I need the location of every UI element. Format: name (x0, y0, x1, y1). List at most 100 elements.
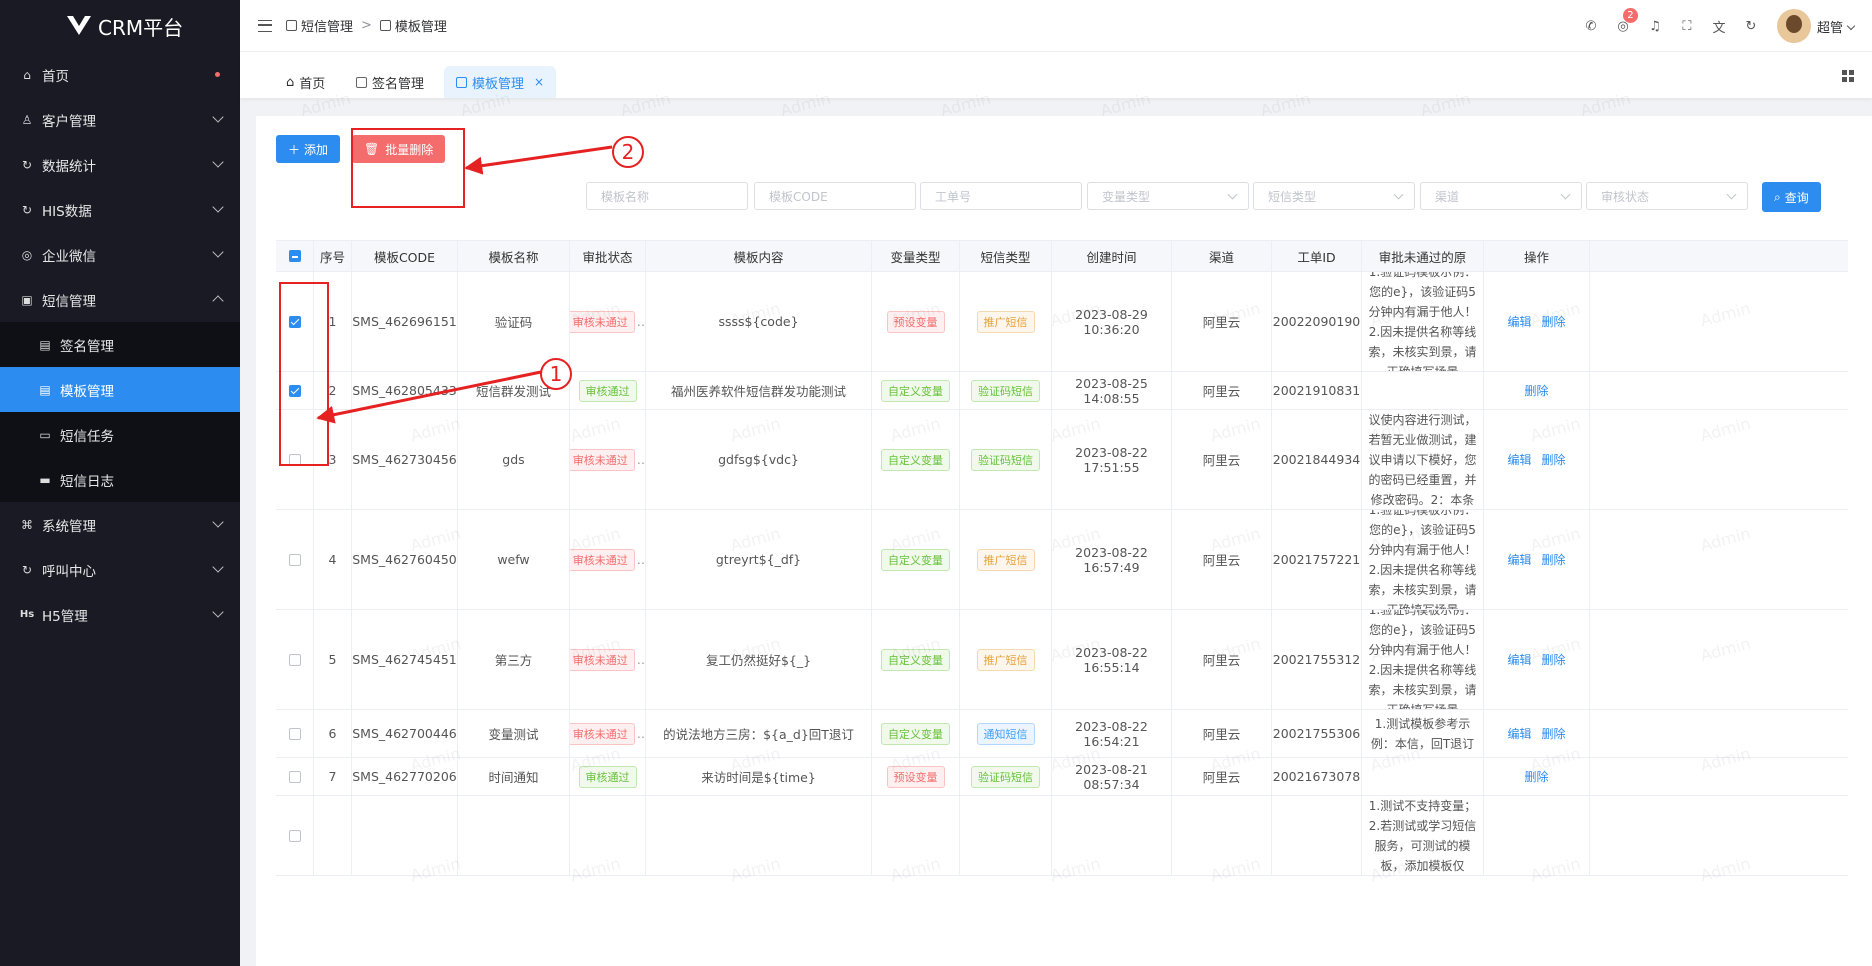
cell-reason: 1.验证码模板示例：您的e}，该验证码5分钟内有漏于他人！ 2.因未提供名称等线… (1362, 610, 1484, 709)
message-icon: ▣ (21, 292, 33, 307)
cell-header-sms-type: 短信类型 (960, 241, 1052, 271)
tab-signature[interactable]: 签名管理 (344, 66, 436, 98)
review-status-select[interactable]: 审核状态 (1586, 182, 1748, 210)
chevron-down-icon (212, 606, 224, 618)
edit-link[interactable]: 编辑 (1507, 725, 1531, 742)
sidebar-item-h5[interactable]: Hs H5管理 (0, 592, 240, 637)
cell-reason: 1.测试不支持变量； 2.若测试或学习短信服务，可测试的模板，添加模板仅 (1362, 796, 1484, 875)
sidebar-item-template[interactable]: ▤ 模板管理 (0, 367, 240, 412)
row-checkbox[interactable] (288, 653, 301, 666)
table-row[interactable]: 1.测试不支持变量； 2.若测试或学习短信服务，可测试的模板，添加模板仅 (276, 796, 1848, 876)
delete-link[interactable]: 删除 (1542, 725, 1566, 742)
sidebar-item-sms-task[interactable]: ▭ 短信任务 (0, 412, 240, 457)
table-row[interactable]: 1 SMS_462696151 验证码 审核未通过… ssss${code} 预设变量 推广… (276, 272, 1848, 372)
cell-name (458, 796, 570, 875)
row-checkbox[interactable] (288, 453, 301, 466)
column-header[interactable]: 变量类型 (890, 247, 940, 266)
cell-created: 2023-08-22 16:55:14 (1052, 610, 1172, 709)
sidebar-item-call-center[interactable]: ↻ 呼叫中心 (0, 547, 240, 592)
notification-icon[interactable]: ◎ 2 (1615, 8, 1638, 34)
template-name-input[interactable]: 模板名称 (586, 182, 748, 210)
no-text: 3 (328, 452, 337, 467)
cell-no: 6 (314, 710, 352, 757)
column-header[interactable]: 渠道 (1209, 247, 1234, 266)
batch-delete-button[interactable]: 🗑 批量删除 (352, 135, 446, 163)
close-icon[interactable]: × (534, 75, 544, 89)
cell-ops: 编辑 删除 (1484, 710, 1590, 757)
column-header[interactable]: 模板名称 (488, 247, 538, 266)
sidebar-item-sms-log[interactable]: ▬ 短信日志 (0, 457, 240, 502)
sidebar-item-his[interactable]: ↻ HIS数据 (0, 187, 240, 232)
created-text: 2023-08-22 16:57:49 (1075, 544, 1148, 575)
sidebar-item-home[interactable]: ⌂ 首页 (0, 52, 240, 97)
channel-select[interactable]: 渠道 (1420, 182, 1582, 210)
menu-collapse-icon[interactable] (258, 19, 272, 32)
sidebar-item-customers[interactable]: ♙ 客户管理 (0, 97, 240, 142)
column-header[interactable]: 序号 (320, 247, 345, 266)
row-checkbox[interactable] (288, 553, 301, 566)
column-header[interactable]: 模板内容 (733, 247, 783, 266)
variable-type-select[interactable]: 变量类型 (1087, 182, 1249, 210)
row-checkbox[interactable] (288, 315, 301, 328)
table-row[interactable]: 7 SMS_462770206 时间通知 审核通过 来访时间是${time} 预设变量 验证… (276, 758, 1848, 796)
row-checkbox[interactable] (288, 727, 301, 740)
cell-select (276, 610, 314, 709)
column-header[interactable]: 模板CODE (374, 247, 435, 266)
phone-icon[interactable]: ✆ (1583, 18, 1599, 34)
grid-menu-icon[interactable] (1842, 70, 1854, 82)
sms-type-select[interactable]: 短信类型 (1253, 182, 1415, 210)
sidebar-item-statistics[interactable]: ↻ 数据统计 (0, 142, 240, 187)
content-text: 复工仍然挺好${_} (705, 653, 812, 668)
fullscreen-icon[interactable]: ⛶ (1679, 18, 1695, 34)
table-row[interactable]: 6 SMS_462700446 变量测试 审核未通过… 的说法地方三房：${a_d}回T… (276, 710, 1848, 758)
column-header[interactable]: 审批状态 (582, 247, 632, 266)
select-all-checkbox[interactable] (288, 250, 301, 262)
column-header[interactable]: 操作 (1524, 247, 1549, 266)
column-header[interactable]: 短信类型 (980, 247, 1030, 266)
translate-icon[interactable]: 文 (1711, 18, 1727, 36)
sidebar-item-system[interactable]: ⌘ 系统管理 (0, 502, 240, 547)
edit-link[interactable]: 编辑 (1507, 313, 1531, 330)
app-root: CRM平台 ⌂ 首页 ♙ 客户管理 ↻ 数据统计 ↻ HIS数据 ◎ 企业微信 ▣ 短信管理… (0, 0, 1872, 966)
breadcrumb-item[interactable]: 短信管理 (301, 16, 353, 35)
delete-link[interactable]: 删除 (1524, 768, 1548, 785)
add-button[interactable]: ＋添加 (276, 135, 341, 163)
sidebar-item-signature[interactable]: ▤ 签名管理 (0, 322, 240, 367)
cell-header-created: 创建时间 (1052, 241, 1172, 271)
delete-link[interactable]: 删除 (1542, 451, 1566, 468)
tab-template[interactable]: 模板管理 × (444, 66, 557, 98)
sidebar-item-wechat[interactable]: ◎ 企业微信 (0, 232, 240, 277)
edit-link[interactable]: 编辑 (1507, 551, 1531, 568)
row-checkbox[interactable] (288, 770, 301, 783)
refresh-icon[interactable]: ↻ (1743, 18, 1759, 34)
delete-link[interactable]: 删除 (1524, 382, 1548, 399)
query-button[interactable]: ⌕ 查询 (1762, 182, 1821, 212)
cell-channel: 阿里云 (1172, 758, 1272, 795)
delete-link[interactable]: 删除 (1542, 551, 1566, 568)
select-placeholder: 短信类型 (1268, 189, 1317, 204)
column-header[interactable]: 工单ID (1297, 247, 1335, 266)
sidebar-item-sms[interactable]: ▣ 短信管理 (0, 277, 240, 322)
delete-link[interactable]: 删除 (1542, 313, 1566, 330)
table-row[interactable]: 3 SMS_462730456 gds 审核未通过… gdfsg${vdc} 自定义变量验… (276, 410, 1848, 510)
tab-home[interactable]: ⌂ 首页 (274, 66, 337, 98)
cell-reason: 1.验证码模板示例：您的e}，该验证码5分钟内有漏于他人！ 2.因未提供名称等线… (1362, 510, 1484, 609)
delete-link[interactable]: 删除 (1542, 651, 1566, 668)
app-logo[interactable]: CRM平台 (0, 0, 240, 52)
table-row[interactable]: 4 SMS_462760450 wefw 审核未通过… gtreyrt${_df} 自定义… (276, 510, 1848, 610)
ticket-no-input[interactable]: 工单号 (920, 182, 1082, 210)
table-row[interactable]: 5 SMS_462745451 第三方 审核未通过… 复工仍然挺好${_} 自定义变量 推广… (276, 610, 1848, 710)
sidebar-item-label: 签名管理 (60, 338, 114, 355)
column-header[interactable]: 创建时间 (1086, 247, 1136, 266)
row-checkbox[interactable] (288, 829, 301, 842)
edit-link[interactable]: 编辑 (1507, 651, 1531, 668)
select-placeholder: 审核状态 (1601, 189, 1650, 204)
column-header[interactable]: 审批未通过的原 (1379, 247, 1467, 266)
table-row[interactable]: 2 SMS_462805433 短信群发测试 审核通过 福州医养软件短信群发功能测试 自定… (276, 372, 1848, 410)
username[interactable]: 超管 (1817, 17, 1854, 36)
bell-icon[interactable]: ♫ (1647, 18, 1663, 34)
avatar[interactable] (1776, 9, 1811, 43)
row-checkbox[interactable] (288, 384, 301, 397)
edit-link[interactable]: 编辑 (1507, 451, 1531, 468)
template-code-input[interactable]: 模板CODE (754, 182, 916, 210)
